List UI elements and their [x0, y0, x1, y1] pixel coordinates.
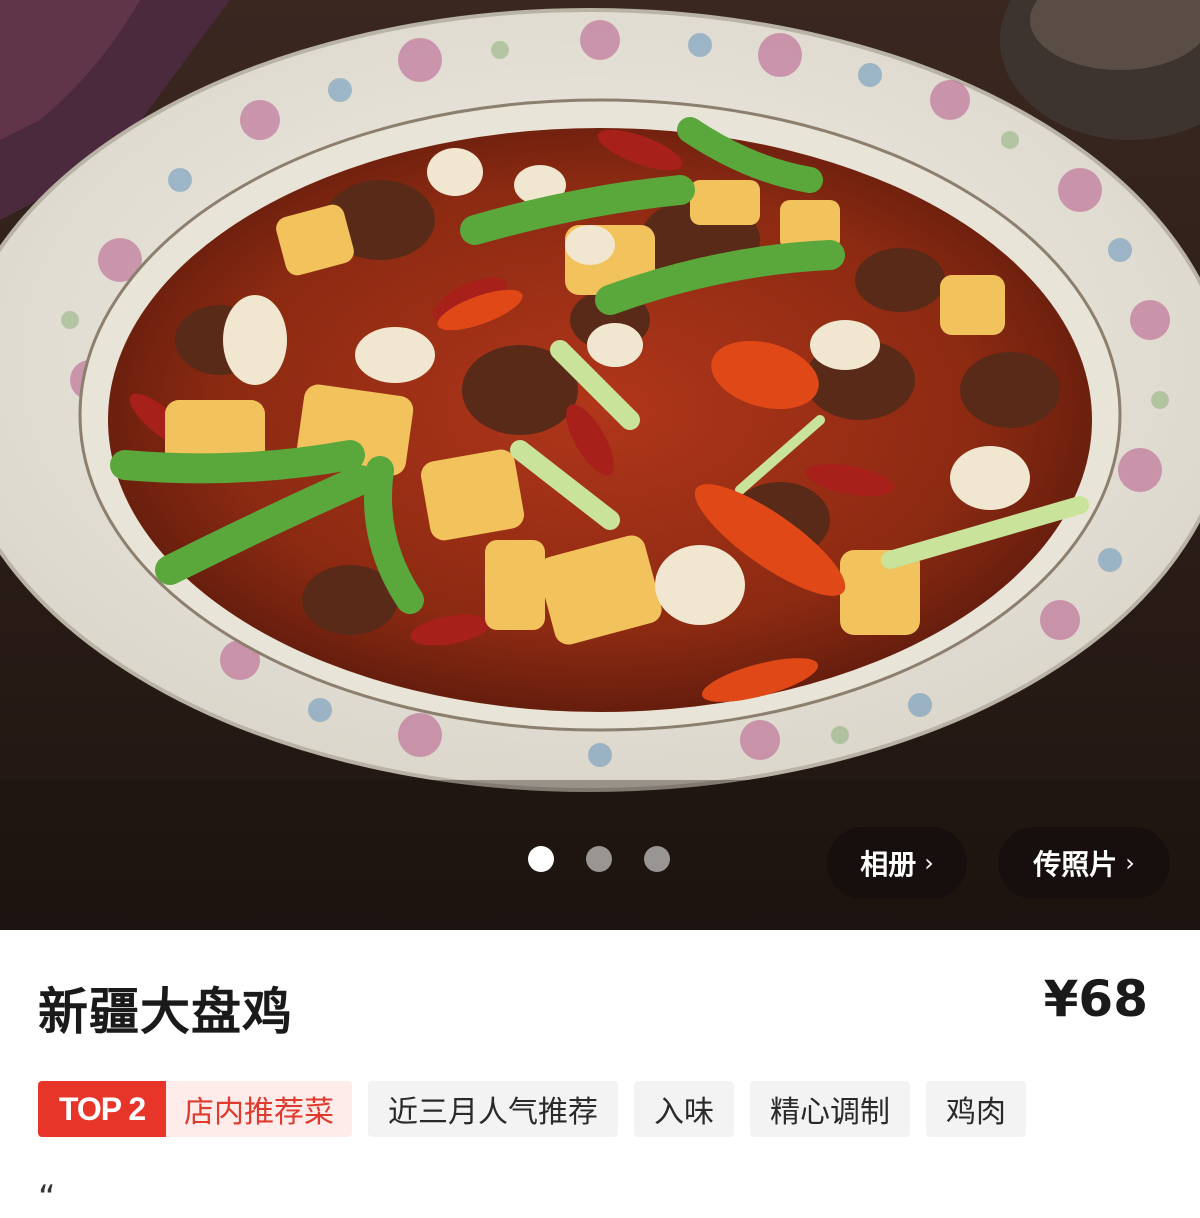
- upload-label: 传照片: [1033, 848, 1118, 881]
- album-button[interactable]: 相册 ›: [827, 827, 967, 899]
- carousel-indicator: [528, 846, 670, 872]
- carousel-dot-active[interactable]: [528, 846, 554, 872]
- dish-price: ¥68: [1043, 970, 1148, 1028]
- album-label: 相册: [860, 848, 917, 881]
- rank-badge: TOP 2: [38, 1081, 166, 1137]
- dish-name: 新疆大盘鸡: [38, 983, 293, 1041]
- tag-chip[interactable]: 近三月人气推荐: [368, 1081, 618, 1137]
- upload-photo-button[interactable]: 传照片 ›: [998, 827, 1170, 899]
- rank-tag[interactable]: TOP 2 店内推荐菜: [38, 1081, 352, 1137]
- carousel-dot[interactable]: [586, 846, 612, 872]
- chevron-right-icon: ›: [1125, 849, 1135, 877]
- tag-chip[interactable]: 鸡肉: [926, 1081, 1026, 1137]
- review-snippet[interactable]: “: [38, 1178, 56, 1218]
- chevron-right-icon: ›: [924, 849, 934, 877]
- carousel-dot[interactable]: [644, 846, 670, 872]
- dish-photo: [0, 0, 1200, 930]
- rank-label: 店内推荐菜: [166, 1081, 352, 1137]
- tag-list: TOP 2 店内推荐菜 近三月人气推荐 入味 精心调制 鸡肉: [38, 1081, 1026, 1137]
- tag-chip[interactable]: 精心调制: [750, 1081, 910, 1137]
- tag-chip[interactable]: 入味: [634, 1081, 734, 1137]
- dish-photo-carousel[interactable]: 相册 › 传照片 ›: [0, 0, 1200, 930]
